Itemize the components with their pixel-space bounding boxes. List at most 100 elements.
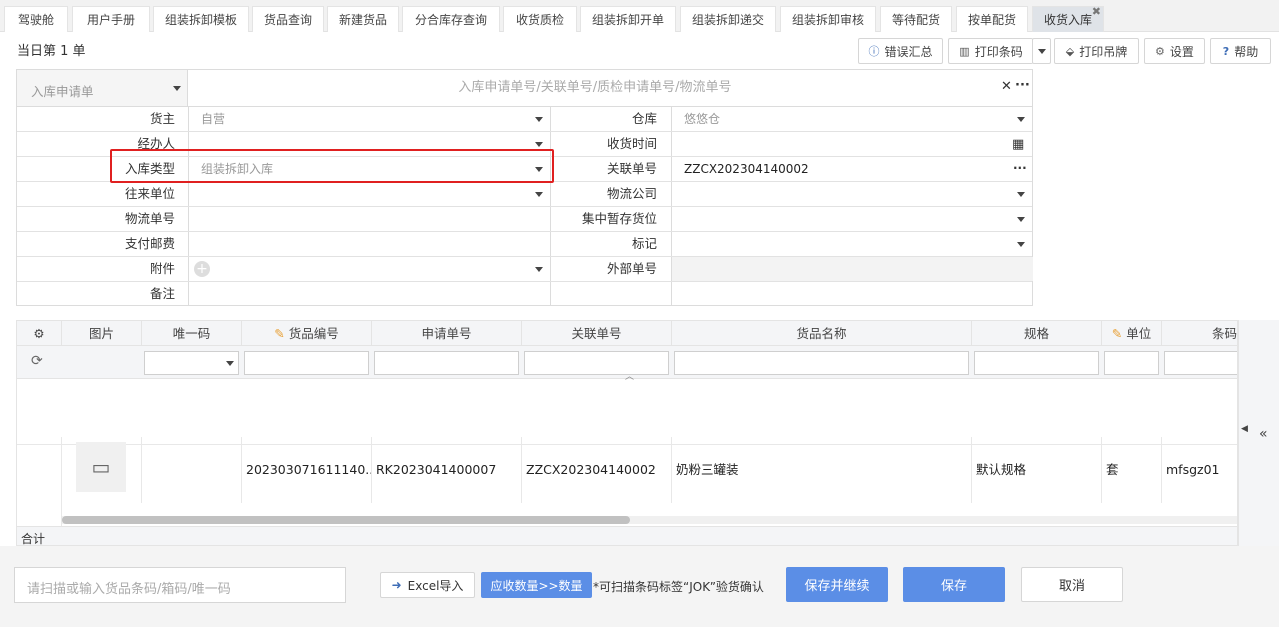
tab-assembly-review[interactable]: 组装拆卸审核: [780, 6, 876, 32]
tab-assembly-submit[interactable]: 组装拆卸递交: [680, 6, 776, 32]
filter-barcode[interactable]: [1164, 351, 1237, 375]
tab-manual[interactable]: 用户手册: [72, 6, 150, 32]
image-cell: ▭: [62, 437, 142, 503]
save-continue-button[interactable]: 保存并继续: [786, 567, 888, 602]
owner-select[interactable]: 自营: [201, 107, 225, 131]
chevron-down-icon[interactable]: [1017, 192, 1025, 197]
calendar-icon[interactable]: ▦: [1012, 137, 1024, 152]
tab-order-picking[interactable]: 按单配货: [956, 6, 1028, 32]
error-summary-button[interactable]: ⓘ 错误汇总: [858, 38, 943, 64]
filter-goods-name[interactable]: [674, 351, 969, 375]
doc-type-select[interactable]: 入库申请单: [17, 70, 188, 106]
settings-button[interactable]: ⚙ 设置: [1144, 38, 1205, 64]
clear-icon[interactable]: ✕: [1001, 79, 1012, 94]
image-placeholder-icon[interactable]: ▭: [76, 442, 126, 492]
side-collapse-icon[interactable]: ◀: [1241, 424, 1248, 434]
goods-no-cell[interactable]: 202303071611140...: [242, 437, 372, 503]
close-icon[interactable]: ✖: [1092, 0, 1101, 25]
goods-grid: ⚙ 图片 唯一码 ✎ 货品编号 申请单号 关联单号 货品名称 规格 ✎ 单位 条…: [16, 320, 1238, 546]
chevron-down-icon[interactable]: [1017, 242, 1025, 247]
header-apply-no: 申请单号: [372, 321, 522, 346]
chevron-down-icon[interactable]: [1017, 217, 1025, 222]
filter-apply-no[interactable]: [374, 351, 519, 375]
doc-search-input[interactable]: 入库申请单号/关联单号/质检申请单号/物流单号: [189, 70, 1001, 106]
save-button[interactable]: 保存: [903, 567, 1005, 602]
filter-spec[interactable]: [974, 351, 1099, 375]
header-goods-name: 货品名称: [672, 321, 972, 346]
receiving-form: 入库申请单 入库申请单号/关联单号/质检申请单号/物流单号 ✕ ··· 货主 自…: [16, 69, 1033, 306]
expand-panel-icon[interactable]: «: [1259, 426, 1268, 442]
tab-receiving[interactable]: 收货入库 ✖: [1032, 5, 1104, 32]
help-label: 帮助: [1234, 44, 1259, 59]
scan-input[interactable]: 请扫描或输入货品条码/箱码/唯一码: [14, 567, 346, 603]
more-icon[interactable]: ···: [1015, 78, 1030, 93]
error-summary-label: 错误汇总: [884, 44, 933, 59]
chevron-down-icon[interactable]: [535, 267, 543, 272]
chevron-down-icon: [226, 361, 234, 366]
print-tag-button[interactable]: ⬙ 打印吊牌: [1054, 38, 1139, 64]
unit-cell[interactable]: 套: [1102, 437, 1162, 503]
filter-unit[interactable]: [1104, 351, 1159, 375]
chevron-down-icon[interactable]: [1017, 117, 1025, 122]
more-icon[interactable]: ···: [1013, 161, 1027, 175]
logistics-co-label: 物流公司: [606, 186, 657, 201]
edit-icon: ✎: [1111, 326, 1123, 341]
add-attachment-icon[interactable]: +: [194, 261, 210, 277]
print-barcode-button[interactable]: ▥ 打印条码: [948, 38, 1033, 64]
excel-import-button[interactable]: ➜ Excel导入: [380, 572, 475, 598]
filter-goods-no[interactable]: [244, 351, 369, 375]
postage-label: 支付邮费: [124, 236, 175, 251]
recv-time-label: 收货时间: [606, 136, 657, 151]
help-button[interactable]: ? 帮助: [1210, 38, 1271, 64]
filter-related-no[interactable]: [524, 351, 669, 375]
tab-assembly-template[interactable]: 组装拆卸模板: [153, 6, 249, 32]
scrollbar-thumb[interactable]: [62, 516, 630, 524]
goods-name-cell: 奶粉三罐装: [672, 437, 972, 503]
form-row-postage: 支付邮费 标记: [17, 232, 1032, 257]
qty-copy-button[interactable]: 应收数量>>数量: [481, 572, 592, 598]
tab-wait-picking[interactable]: 等待配货: [880, 6, 952, 32]
refresh-icon[interactable]: ⟳: [31, 353, 43, 369]
tab-stock-query[interactable]: 分合库存查询: [402, 6, 500, 32]
doc-type-value: 入库申请单: [31, 84, 94, 99]
header-barcode: 条码: [1211, 326, 1237, 341]
print-barcode-label: 打印条码: [974, 44, 1023, 59]
header-spec: 规格: [972, 321, 1102, 346]
tab-qc[interactable]: 收货质检: [503, 6, 577, 32]
tab-new-goods[interactable]: 新建货品: [327, 6, 399, 32]
chevron-down-icon: [1037, 48, 1046, 54]
tab-goods-query[interactable]: 货品查询: [252, 6, 324, 32]
settings-label: 设置: [1169, 44, 1194, 59]
mark-label: 标记: [631, 236, 657, 251]
tab-assembly-open[interactable]: 组装拆卸开单: [580, 6, 676, 32]
warehouse-select[interactable]: 悠悠仓: [684, 107, 720, 131]
column-settings-icon[interactable]: ⚙: [17, 321, 62, 346]
search-bar: 入库申请单 入库申请单号/关联单号/质检申请单号/物流单号 ✕ ···: [17, 70, 1032, 107]
table-row[interactable]: 1 ▭ 202303071611140... RK2023041400007 Z…: [17, 379, 1237, 503]
filter-unique-select[interactable]: [144, 351, 239, 375]
total-label: 合计: [17, 526, 1237, 545]
handler-dropdown-icon[interactable]: [535, 142, 543, 147]
tab-bar: 驾驶舱 用户手册 组装拆卸模板 货品查询 新建货品 分合库存查询 收货质检 组装…: [0, 0, 1279, 32]
chevron-down-icon[interactable]: [535, 192, 543, 197]
print-barcode-dropdown[interactable]: [1032, 38, 1051, 64]
print-tag-label: 打印吊牌: [1079, 44, 1128, 59]
chevron-down-icon[interactable]: [535, 117, 543, 122]
unique-cell: [142, 437, 242, 503]
chevron-down-icon: [173, 86, 181, 91]
tab-cockpit[interactable]: 驾驶舱: [4, 6, 68, 32]
grid-header: ⚙ 图片 唯一码 ✎ 货品编号 申请单号 关联单号 货品名称 规格 ✎ 单位 条…: [17, 321, 1237, 346]
partner-label: 往来单位: [124, 186, 175, 201]
attachment-label: 附件: [149, 261, 175, 276]
horizontal-scrollbar[interactable]: [62, 516, 1237, 524]
related-no-input[interactable]: ZZCX202304140002: [684, 157, 809, 181]
page-title: 当日第 1 单: [17, 44, 86, 59]
bottom-bar: 请扫描或输入货品条码/箱码/唯一码 ➜ Excel导入 应收数量>>数量 *可扫描…: [0, 546, 1279, 627]
excel-import-label: Excel导入: [407, 578, 464, 593]
header-goods-no-label: 货品编号: [288, 326, 339, 341]
header-image: 图片: [62, 321, 142, 346]
cancel-button[interactable]: 取消: [1021, 567, 1123, 602]
form-row-remark: 备注: [17, 282, 1032, 307]
tab-receiving-label: 收货入库: [1043, 13, 1092, 27]
scan-hint: *可扫描条码标签“JOK”验货确认: [593, 580, 764, 594]
